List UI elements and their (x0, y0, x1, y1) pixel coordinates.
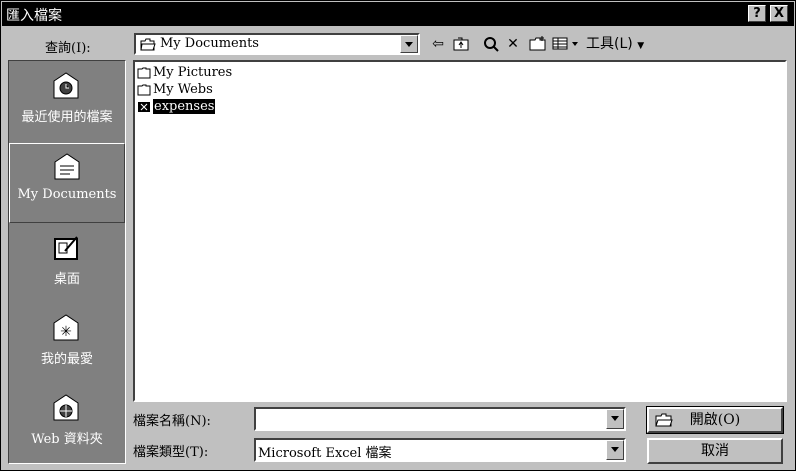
cancel-button-label: 取消 (701, 443, 729, 459)
list-item[interactable]: expenses (137, 99, 216, 115)
import-file-dialog: 匯入檔案 ? X 查詢(I): My Documents ⇦ ✕ 工具(L) ▼ (0, 0, 796, 471)
place-favorites[interactable]: ✳ 我的最愛 (9, 305, 125, 385)
search-web-icon[interactable] (481, 33, 501, 55)
filename-combobox[interactable] (254, 407, 626, 431)
filetype-dropdown-button[interactable] (606, 440, 624, 460)
look-in-dropdown-button[interactable] (400, 35, 418, 53)
back-icon[interactable]: ⇦ (429, 33, 447, 55)
filetype-combobox[interactable]: Microsoft Excel 檔案 (254, 438, 626, 462)
web-folders-icon (53, 394, 79, 421)
tools-menu[interactable]: 工具(L) ▼ (586, 33, 650, 55)
place-web-folders[interactable]: Web 資料夾 (9, 385, 125, 465)
place-recent-files[interactable]: 最近使用的檔案 (9, 63, 125, 143)
desktop-icon (54, 236, 78, 260)
file-list[interactable]: My Pictures My Webs expenses (133, 60, 787, 402)
title-bar: 匯入檔案 ? X (2, 2, 794, 26)
filename-label: 檔案名稱(N): (133, 414, 211, 429)
delete-icon[interactable]: ✕ (504, 33, 522, 55)
place-label: 最近使用的檔案 (21, 110, 113, 125)
list-item[interactable]: My Webs (137, 82, 213, 98)
folder-icon (137, 84, 151, 95)
cancel-button[interactable]: 取消 (647, 438, 783, 464)
list-item[interactable]: My Pictures (137, 65, 232, 81)
place-desktop[interactable]: 桌面 (9, 225, 125, 305)
excel-file-icon (138, 101, 150, 112)
close-button[interactable]: X (770, 5, 788, 22)
file-name: expenses (153, 99, 216, 114)
my-documents-icon (54, 153, 80, 180)
views-icon[interactable] (551, 33, 581, 55)
up-one-level-icon[interactable] (451, 33, 471, 55)
look-in-value: My Documents (160, 36, 259, 51)
place-label: Web 資料夾 (31, 432, 103, 447)
favorites-icon: ✳ (53, 314, 79, 341)
open-button[interactable]: 開啟(O) (646, 406, 784, 434)
tools-label: 工具(L) (586, 36, 633, 52)
svg-text:✳: ✳ (60, 324, 72, 340)
new-folder-icon[interactable] (528, 33, 548, 55)
file-name: My Webs (153, 82, 213, 97)
place-label: 我的最愛 (40, 352, 93, 367)
place-label: 桌面 (53, 272, 80, 287)
open-folder-icon (140, 38, 156, 51)
place-label: My Documents (17, 187, 117, 202)
help-button[interactable]: ? (748, 5, 766, 22)
file-name: My Pictures (153, 65, 233, 80)
filename-dropdown-button[interactable] (606, 409, 624, 429)
filetype-label: 檔案類型(T): (133, 445, 209, 460)
recent-files-icon (53, 72, 79, 99)
folder-icon (137, 67, 151, 78)
filetype-value: Microsoft Excel 檔案 (258, 446, 392, 461)
look-in-combobox[interactable]: My Documents (134, 33, 420, 55)
open-button-label: 開啟(O) (689, 412, 741, 428)
places-bar: 最近使用的檔案 My Documents 桌面 ✳ 我的最愛 Web 資料夾 (8, 60, 126, 464)
window-title: 匯入檔案 (6, 8, 62, 24)
look-in-label: 查詢(I): (45, 41, 91, 56)
open-folder-icon (655, 413, 673, 427)
place-my-documents[interactable]: My Documents (9, 143, 125, 223)
chevron-down-icon: ▼ (637, 41, 645, 51)
